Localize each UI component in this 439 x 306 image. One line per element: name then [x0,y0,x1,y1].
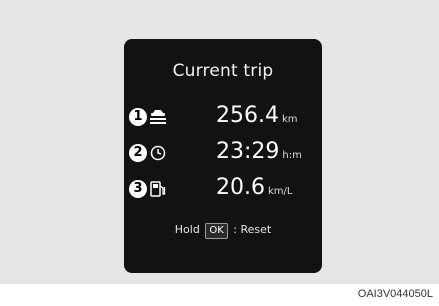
display-title: Current trip [172,61,274,81]
distance-unit: km [281,114,298,125]
reset-label: : Reset [233,223,272,236]
callout-number: 1 [129,108,147,126]
cluster-display: Current trip 1 256.4 km 2 23:29 h:m 3 20… [124,39,322,273]
ok-button[interactable]: OK [205,223,228,239]
fuel-economy-unit: km/L [267,186,293,197]
trip-row-distance: 1 256.4 km [124,102,322,132]
fuel-economy-value: 20.6 km/L [216,175,293,200]
distance-car-icon [149,109,167,125]
trip-row-fuel-economy: 3 20.6 km/L [124,174,322,204]
clock-icon [149,145,167,161]
trip-row-time: 2 23:29 h:m [124,138,322,168]
distance-value: 256.4 km [216,103,298,128]
time-unit: h:m [282,150,302,161]
figure-code: OAI3V044050L [357,288,433,300]
callout-number: 3 [129,180,147,198]
time-value: 23:29 h:m [216,139,302,164]
callout-number: 2 [129,144,147,162]
reset-instruction: Hold OK : Reset [124,223,322,239]
fuel-pump-icon [149,181,167,197]
hold-label: Hold [174,223,200,236]
